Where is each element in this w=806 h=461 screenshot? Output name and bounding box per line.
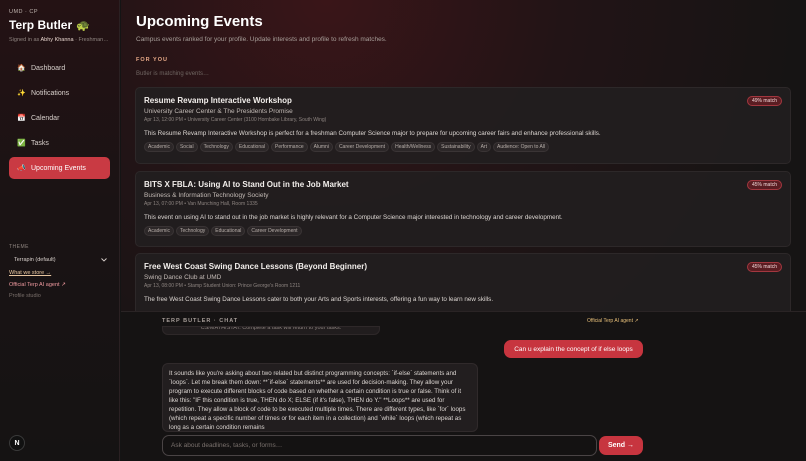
- user-message-bubble: Can u explain the concept of if else loo…: [504, 340, 643, 358]
- match-badge: 45% match: [746, 262, 782, 272]
- sidebar-nav: 🏠 Dashboard ✨ Notifications 📅 Calendar ✅…: [9, 57, 110, 179]
- event-title: Resume Revamp Interactive Workshop: [144, 96, 292, 105]
- chat-official-agent-link[interactable]: Official Terp AI agent ↗: [587, 318, 639, 324]
- brand-title-text: Terp Butler: [9, 18, 73, 32]
- event-description: The free West Coast Swing Dance Lessons …: [144, 296, 494, 303]
- theme-select-value: Terrapin (default): [14, 256, 56, 263]
- sidebar-item-label: Upcoming Events: [31, 164, 86, 172]
- avatar[interactable]: N: [9, 435, 25, 451]
- sidebar-item-label: Tasks: [31, 139, 49, 147]
- event-description: This event on using AI to stand out in t…: [144, 214, 563, 221]
- chat-panel: TERP BUTLER · CHAT Official Terp AI agen…: [121, 311, 806, 461]
- megaphone-icon: 📣: [17, 165, 26, 172]
- send-button[interactable]: Send →: [599, 436, 643, 455]
- event-host: University Career Center & The President…: [144, 108, 293, 115]
- chevron-down-icon: [101, 257, 107, 262]
- user-detail: · Freshman…: [75, 37, 109, 43]
- matching-status: Butler is matching events…: [136, 71, 210, 77]
- profile-studio-link[interactable]: Profile studio: [9, 293, 41, 299]
- event-description: This Resume Revamp Interactive Workshop …: [144, 130, 601, 137]
- event-tag: Educational: [234, 142, 270, 152]
- page-subtitle: Campus events ranked for your profile. U…: [136, 36, 387, 43]
- sidebar-item-notifications[interactable]: ✨ Notifications: [9, 82, 110, 104]
- event-tag: Health/Wellness: [391, 142, 436, 152]
- sidebar-item-calendar[interactable]: 📅 Calendar: [9, 107, 110, 129]
- sparkle-icon: ✨: [17, 90, 26, 97]
- match-badge: 49% match: [746, 96, 782, 106]
- brand-kicker: UMD · CP: [9, 9, 39, 15]
- what-we-store-link[interactable]: What we store →: [9, 270, 51, 276]
- event-tag: Alumni: [309, 142, 333, 152]
- event-tags: Academic Technology Educational Career D…: [144, 226, 782, 236]
- event-tag: Career Development: [247, 226, 302, 236]
- previous-message-bubble: CS/MATH/STAT. Complete a task will retur…: [162, 326, 380, 335]
- calendar-icon: 📅: [17, 115, 26, 122]
- theme-label: THEME: [9, 244, 29, 250]
- checkbox-icon: ✅: [17, 140, 26, 147]
- sidebar-item-upcoming-events[interactable]: 📣 Upcoming Events: [9, 157, 110, 179]
- event-tag: Performance: [271, 142, 308, 152]
- event-host: Business & Information Technology Societ…: [144, 192, 269, 199]
- match-badge: 45% match: [746, 180, 782, 190]
- event-tag: Technology: [175, 226, 210, 236]
- page-title: Upcoming Events: [136, 13, 263, 30]
- event-tags: Academic Social Technology Educational P…: [144, 142, 782, 152]
- event-tag: Educational: [211, 226, 246, 236]
- event-meta: Apr 13, 12:00 PM • University Career Cen…: [144, 117, 327, 123]
- event-meta: Apr 13, 08:00 PM • Stamp Student Union: …: [144, 283, 301, 289]
- event-title: Free West Coast Swing Dance Lessons (Bey…: [144, 262, 368, 271]
- turtle-icon: 🐢: [76, 19, 90, 32]
- event-host: Swing Dance Club at UMD: [144, 274, 222, 281]
- signed-in-prefix: Signed in as: [9, 37, 40, 43]
- event-tag: Academic: [144, 142, 174, 152]
- theme-select[interactable]: Terrapin (default): [9, 253, 111, 266]
- event-tag: Academic: [144, 226, 174, 236]
- section-label: FOR YOU: [136, 57, 168, 63]
- event-tag: Social: [175, 142, 198, 152]
- assistant-message-bubble: It sounds like you're asking about two r…: [162, 363, 478, 432]
- sidebar-item-dashboard[interactable]: 🏠 Dashboard: [9, 57, 110, 79]
- sidebar-item-label: Notifications: [31, 89, 70, 97]
- chat-input[interactable]: [162, 435, 597, 456]
- event-tag: Art: [476, 142, 491, 152]
- event-tag: Sustainability: [437, 142, 475, 152]
- event-meta: Apr 13, 07:00 PM • Van Munching Hall, Ro…: [144, 201, 258, 207]
- sidebar-item-label: Dashboard: [31, 64, 66, 72]
- sidebar-item-label: Calendar: [31, 114, 60, 122]
- signed-in-info: Signed in as Abhy Khanna · Freshman…: [9, 37, 110, 43]
- chat-panel-label: TERP BUTLER · CHAT: [162, 318, 239, 324]
- event-card[interactable]: Resume Revamp Interactive Workshop Unive…: [135, 87, 791, 164]
- event-card[interactable]: BITS X FBLA: Using AI to Stand Out in th…: [135, 171, 791, 247]
- event-tag: Audience: Open to All: [492, 142, 550, 152]
- house-icon: 🏠: [17, 65, 26, 72]
- official-agent-link[interactable]: Official Terp AI agent ↗: [9, 282, 66, 288]
- sidebar: UMD · CP Terp Butler 🐢 Signed in as Abhy…: [0, 0, 120, 461]
- user-name: Abhy Khanna: [40, 37, 74, 43]
- sidebar-item-tasks[interactable]: ✅ Tasks: [9, 132, 110, 154]
- event-tag: Technology: [199, 142, 233, 152]
- brand-title: Terp Butler 🐢: [9, 18, 110, 32]
- event-tag: Career Development: [334, 142, 390, 152]
- event-title: BITS X FBLA: Using AI to Stand Out in th…: [144, 180, 349, 189]
